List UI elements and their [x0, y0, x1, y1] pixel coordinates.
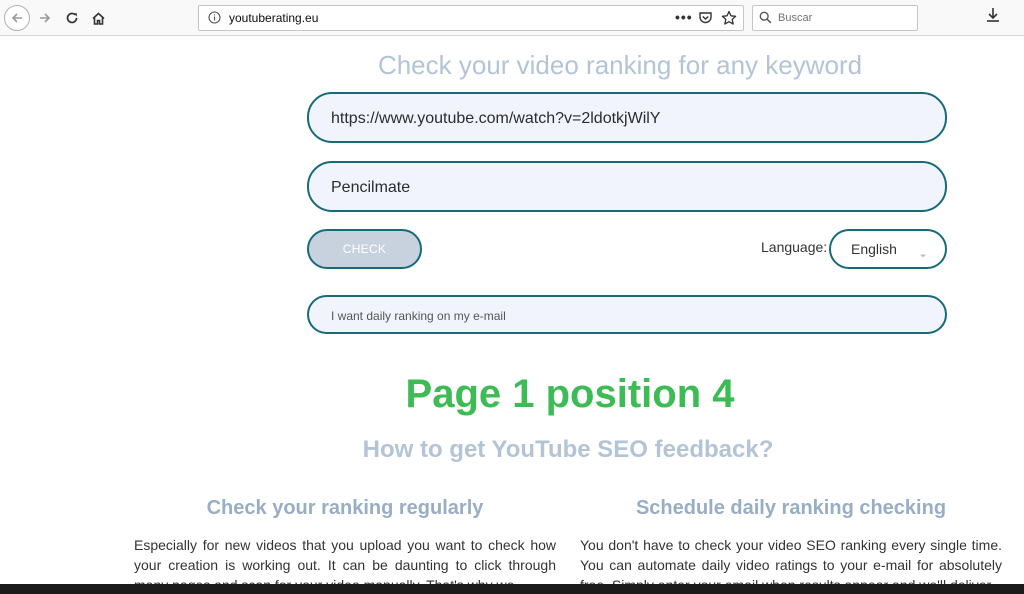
bookmark-star-icon[interactable] — [721, 10, 737, 31]
chevron-down-icon — [919, 246, 927, 264]
page-title: Check your video ranking for any keyword — [377, 50, 863, 80]
check-button[interactable]: CHECK — [307, 229, 422, 269]
seo-heading: How to get YouTube SEO feedback? — [362, 436, 774, 463]
info-icon[interactable] — [208, 11, 221, 29]
arrow-right-icon — [40, 13, 51, 23]
keyword-value: Pencilmate — [331, 179, 411, 196]
back-button[interactable] — [4, 5, 30, 31]
taskbar — [0, 584, 1024, 594]
browser-toolbar: youtuberating.eu ••• Buscar — [0, 0, 1024, 36]
address-text: youtuberating.eu — [229, 11, 319, 25]
language-select[interactable]: English — [829, 229, 947, 269]
email-input[interactable]: I want daily ranking on my e-mail — [307, 295, 947, 334]
page-actions-icon[interactable]: ••• — [675, 9, 693, 25]
ranking-result: Page 1 position 4 — [405, 372, 735, 416]
video-url-input[interactable]: https://www.youtube.com/watch?v=2ldotkjW… — [307, 92, 947, 143]
search-placeholder: Buscar — [778, 12, 813, 24]
forward-button[interactable] — [33, 6, 57, 30]
search-icon — [759, 11, 772, 29]
email-placeholder: I want daily ranking on my e-mail — [331, 309, 506, 323]
keyword-input[interactable]: Pencilmate — [307, 161, 947, 212]
column-title-schedule: Schedule daily ranking checking — [635, 497, 947, 519]
search-bar[interactable]: Buscar — [752, 5, 918, 31]
column-title-check-ranking: Check your ranking regularly — [206, 497, 484, 519]
language-value: English — [851, 241, 897, 257]
video-url-value: https://www.youtube.com/watch?v=2ldotkjW… — [331, 110, 661, 127]
language-label: Language: — [761, 239, 828, 255]
pocket-icon[interactable] — [698, 11, 713, 30]
reload-button[interactable] — [60, 6, 84, 30]
downloads-button[interactable] — [985, 6, 1001, 29]
home-icon — [91, 11, 105, 25]
home-button[interactable] — [86, 6, 110, 30]
arrow-left-icon — [11, 13, 22, 23]
address-bar[interactable]: youtuberating.eu ••• — [198, 5, 744, 31]
reload-icon — [66, 12, 78, 24]
download-icon — [987, 8, 999, 22]
